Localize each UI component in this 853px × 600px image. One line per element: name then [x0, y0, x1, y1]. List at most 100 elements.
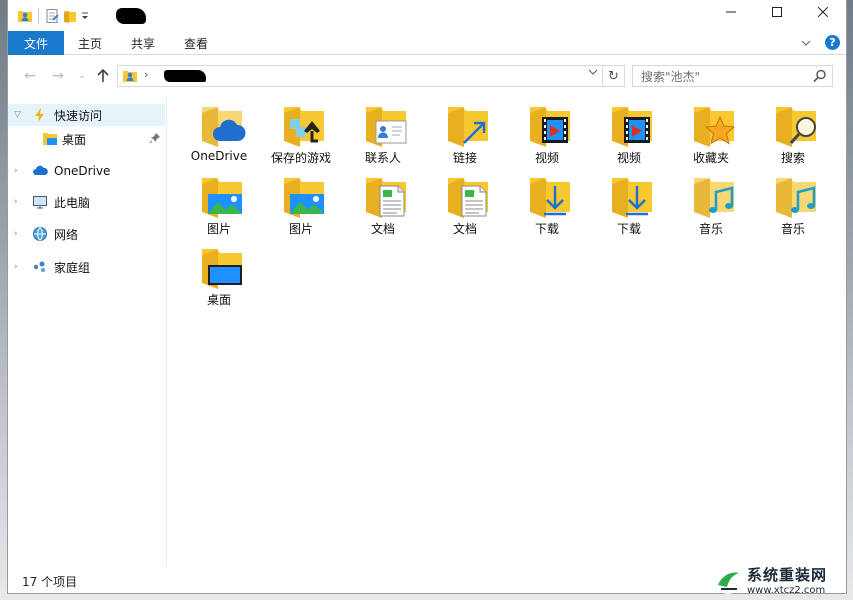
saved-games-folder-icon — [280, 101, 328, 149]
item-label: 视频 — [534, 151, 559, 165]
pin-icon[interactable] — [149, 132, 161, 147]
documents-folder-icon — [362, 172, 410, 220]
back-button[interactable]: ← — [20, 66, 40, 86]
recent-locations-chevron-icon[interactable]: ⌄ — [72, 66, 92, 86]
breadcrumb-separator-icon[interactable]: › — [144, 68, 148, 81]
folder-item[interactable]: OneDrive — [178, 97, 260, 165]
explorer-window: 文件 主页 共享 查看 ? ← → ⌄ › ↻ 搜索"池杰" ▽ 快速访问 桌面… — [7, 0, 847, 594]
ribbon-right-controls: ? — [801, 35, 840, 50]
forward-button[interactable]: → — [48, 66, 68, 86]
item-label: 视频 — [616, 151, 641, 165]
expand-chevron-icon[interactable]: ▽ — [14, 110, 21, 120]
up-button[interactable] — [93, 66, 113, 86]
folder-item[interactable]: 链接 — [424, 97, 506, 165]
expand-ribbon-chevron-icon[interactable] — [801, 36, 811, 50]
item-count: 17 个项目 — [22, 575, 78, 589]
watermark-logo-icon — [713, 565, 743, 595]
folder-item[interactable]: 联系人 — [342, 97, 424, 165]
folder-item[interactable]: 视频 — [588, 97, 670, 165]
folder-item[interactable]: 保存的游戏 — [260, 97, 342, 165]
help-icon[interactable]: ? — [825, 35, 840, 50]
separator — [38, 8, 39, 24]
folder-item[interactable]: 图片 — [260, 168, 342, 236]
user-folder-icon — [122, 68, 138, 87]
address-dropdown-icon[interactable] — [588, 68, 598, 79]
sidebar-item-quick-access[interactable]: ▽ 快速访问 — [8, 104, 165, 126]
sidebar-item-label: 快速访问 — [54, 108, 103, 123]
downloads-folder-icon — [608, 172, 656, 220]
folder-item[interactable]: 图片 — [178, 168, 260, 236]
sidebar-item-desktop[interactable]: 桌面 — [8, 128, 165, 150]
address-bar[interactable]: › ↻ — [117, 65, 625, 87]
window-title-redacted — [116, 8, 146, 24]
favorites-folder-icon — [690, 101, 738, 149]
watermark: 系统重装网 www.xtcz2.com — [713, 560, 853, 600]
sidebar-item-label: 网络 — [54, 227, 79, 242]
computer-icon — [32, 194, 48, 210]
desktop-folder-icon — [198, 243, 246, 291]
new-folder-icon[interactable] — [61, 7, 79, 25]
onedrive-folder-icon — [198, 101, 246, 149]
videos-folder-icon — [526, 101, 574, 149]
sidebar-item-label: OneDrive — [54, 164, 111, 178]
properties-icon[interactable] — [43, 7, 61, 25]
window-controls — [708, 0, 846, 24]
tab-file[interactable]: 文件 — [8, 31, 64, 55]
folder-item[interactable]: 收藏夹 — [670, 97, 752, 165]
folder-item[interactable]: 文档 — [424, 168, 506, 236]
folder-item[interactable]: 下载 — [506, 168, 588, 236]
breadcrumb-redacted — [164, 70, 206, 82]
close-button[interactable] — [800, 0, 846, 24]
folder-item[interactable]: 搜索 — [752, 97, 834, 165]
expand-chevron-icon[interactable]: › — [14, 262, 18, 272]
search-icon[interactable] — [812, 68, 828, 84]
watermark-text: 系统重装网 www.xtcz2.com — [747, 564, 827, 596]
refresh-button[interactable]: ↻ — [602, 66, 624, 86]
file-list: OneDrive 保存的游戏 联系人 链接 视频 视频 收藏夹 搜索 图片 图片… — [178, 97, 838, 567]
music-folder-icon — [690, 172, 738, 220]
tab-home[interactable]: 主页 — [78, 31, 102, 55]
folder-item[interactable]: 音乐 — [752, 168, 834, 236]
sidebar-item-homegroup[interactable]: › 家庭组 — [8, 256, 165, 278]
searches-folder-icon — [772, 101, 820, 149]
tab-share[interactable]: 共享 — [131, 31, 155, 55]
folder-item[interactable]: 下载 — [588, 168, 670, 236]
expand-chevron-icon[interactable]: › — [14, 197, 18, 207]
tab-view[interactable]: 查看 — [184, 31, 208, 55]
item-label: 保存的游戏 — [270, 151, 331, 165]
search-input[interactable]: 搜索"池杰" — [632, 65, 833, 87]
minimize-button[interactable] — [708, 0, 754, 24]
pictures-folder-icon — [280, 172, 328, 220]
customize-dropdown-icon[interactable] — [79, 7, 91, 25]
folder-item[interactable]: 桌面 — [178, 239, 260, 307]
sidebar-item-this-pc[interactable]: › 此电脑 — [8, 191, 165, 213]
item-label: 文档 — [370, 222, 395, 236]
folder-item[interactable]: 视频 — [506, 97, 588, 165]
navigation-pane: ▽ 快速访问 桌面 › OneDrive › 此电脑 › 网络 › 家庭组 — [8, 97, 167, 567]
expand-chevron-icon[interactable]: › — [14, 229, 18, 239]
item-label: 文档 — [452, 222, 477, 236]
sidebar-item-onedrive[interactable]: › OneDrive — [8, 160, 165, 182]
item-label: 图片 — [206, 222, 231, 236]
item-label: 收藏夹 — [692, 151, 729, 165]
sidebar-item-network[interactable]: › 网络 — [8, 223, 165, 245]
watermark-url: www.xtcz2.com — [747, 585, 826, 596]
cloud-icon — [32, 163, 48, 179]
folder-item[interactable]: 文档 — [342, 168, 424, 236]
item-label: 音乐 — [780, 222, 805, 236]
folder-item[interactable]: 音乐 — [670, 168, 752, 236]
user-folder-icon[interactable] — [16, 7, 34, 25]
videos-folder-icon — [608, 101, 656, 149]
watermark-title: 系统重装网 — [747, 566, 828, 584]
search-placeholder: 搜索"池杰" — [641, 69, 701, 84]
item-label: 链接 — [452, 151, 477, 165]
item-label: 桌面 — [206, 293, 231, 307]
contacts-folder-icon — [362, 101, 410, 149]
sidebar-item-label: 家庭组 — [54, 260, 91, 275]
star-icon — [32, 107, 48, 123]
pictures-folder-icon — [198, 172, 246, 220]
title-bar — [8, 0, 846, 31]
music-folder-icon — [772, 172, 820, 220]
expand-chevron-icon[interactable]: › — [14, 166, 18, 176]
maximize-button[interactable] — [754, 0, 800, 24]
